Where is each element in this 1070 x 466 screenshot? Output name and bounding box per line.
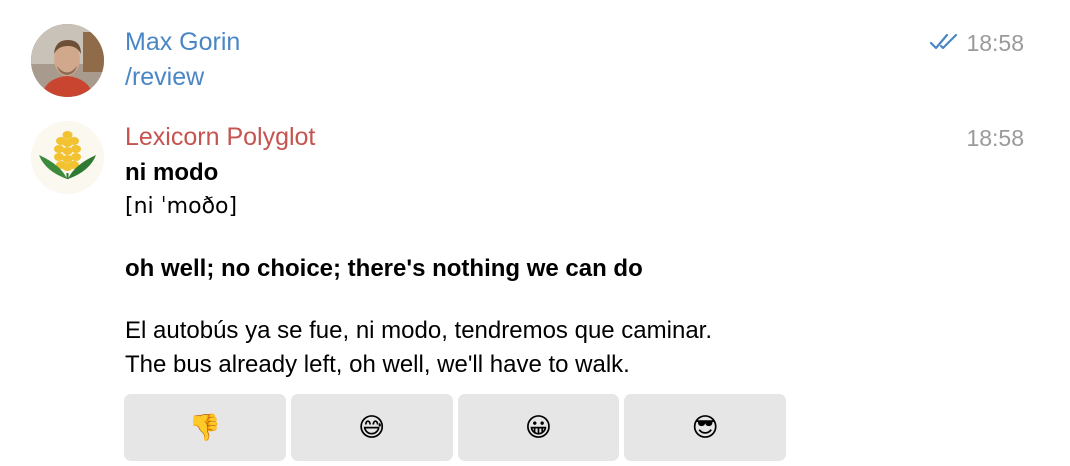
example-english: The bus already left, oh well, we'll hav… [125, 351, 630, 378]
bot-avatar[interactable] [31, 121, 104, 194]
user-avatar[interactable] [31, 24, 104, 97]
rate-sunglasses-button[interactable]: 😎 [624, 394, 786, 461]
sunglasses-icon: 😎 [691, 412, 719, 443]
thumbs-down-icon: 👎 [188, 412, 222, 443]
sender-name[interactable]: Max Gorin [125, 27, 240, 57]
message-time: 18:58 [966, 30, 1024, 56]
sender-name[interactable]: Lexicorn Polyglot [125, 122, 315, 152]
inline-keyboard: 👎 😅 😀 😎 [124, 394, 786, 461]
vocab-term: ni modo [125, 159, 219, 186]
grinning-icon: 😀 [524, 412, 552, 443]
message-time: 18:58 [966, 125, 1024, 151]
rate-sweat-smile-button[interactable]: 😅 [290, 394, 453, 461]
double-check-icon [929, 33, 958, 50]
vocab-pronunciation: [ni ˈmoðo] [125, 194, 238, 219]
rate-grinning-button[interactable]: 😀 [457, 394, 620, 461]
example-spanish: El autobús ya se fue, ni modo, tendremos… [125, 317, 713, 344]
vocab-definition: oh well; no choice; there's nothing we c… [125, 255, 643, 282]
corn-icon [31, 121, 104, 194]
rate-thumbs-down-button[interactable]: 👎 [124, 394, 286, 461]
user-photo-icon [31, 24, 104, 97]
command-link[interactable]: /review [125, 62, 204, 92]
sweat-smile-icon: 😅 [358, 412, 386, 443]
